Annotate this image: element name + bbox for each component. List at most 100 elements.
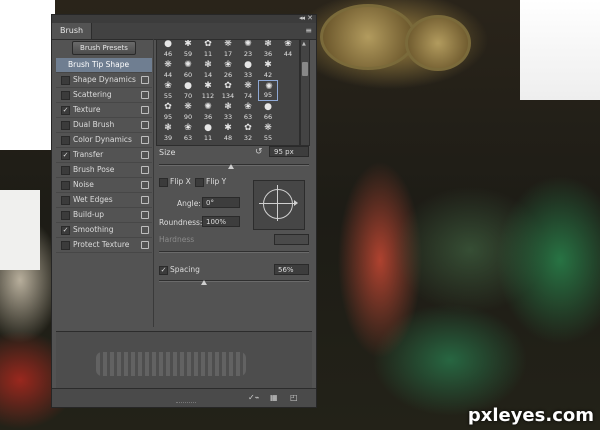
- lock-icon[interactable]: [141, 241, 149, 249]
- lock-icon[interactable]: [141, 121, 149, 129]
- brush-setting-item[interactable]: Brush Pose: [56, 163, 152, 178]
- lock-icon[interactable]: [141, 211, 149, 219]
- toggle-live-tip-icon[interactable]: ✓⌁: [248, 393, 260, 402]
- brush-setting-item[interactable]: Build-up: [56, 208, 152, 223]
- brush-tip-cell[interactable]: ✿ 134: [218, 80, 238, 101]
- brush-setting-checkbox[interactable]: ✓: [61, 226, 70, 235]
- hardness-label: Hardness: [159, 235, 195, 244]
- reset-size-icon[interactable]: ↺: [255, 147, 263, 157]
- create-new-brush-icon[interactable]: ◰: [290, 393, 298, 402]
- brush-tip-cell[interactable]: ❀ 26: [218, 59, 238, 80]
- brush-tip-cell[interactable]: ✿ 32: [238, 122, 258, 143]
- brush-tip-cell[interactable]: ● 46: [158, 40, 178, 59]
- brush-tip-cell[interactable]: ✺ 95: [258, 80, 278, 101]
- brush-setting-checkbox[interactable]: [61, 211, 70, 220]
- lock-icon[interactable]: [141, 76, 149, 84]
- brush-setting-checkbox[interactable]: [61, 181, 70, 190]
- brush-tip-cell[interactable]: ❋ 74: [238, 80, 258, 101]
- brush-tip-cell[interactable]: ● 70: [178, 80, 198, 101]
- brush-setting-item[interactable]: ✓ Texture: [56, 103, 152, 118]
- spacing-slider[interactable]: [159, 280, 309, 282]
- lock-icon[interactable]: [141, 136, 149, 144]
- panel-menu-icon[interactable]: ≡: [305, 26, 312, 35]
- brush-setting-item[interactable]: Protect Texture: [56, 238, 152, 253]
- spacing-input[interactable]: 56%: [274, 264, 309, 275]
- brush-tip-cell[interactable]: ❃ 14: [198, 59, 218, 80]
- scroll-thumb[interactable]: [302, 62, 308, 76]
- resize-grip[interactable]: [176, 402, 196, 405]
- brush-setting-item[interactable]: ✓ Transfer: [56, 148, 152, 163]
- brush-setting-item[interactable]: Dual Brush: [56, 118, 152, 133]
- brush-tip-cell[interactable]: ✿ 95: [158, 101, 178, 122]
- brush-tip-icon: ✱: [224, 123, 232, 133]
- brush-setting-item[interactable]: ✓ Smoothing: [56, 223, 152, 238]
- brush-tip-cell[interactable]: ❋ 55: [258, 122, 278, 143]
- brush-tip-cell[interactable]: ❀ 44: [278, 40, 298, 59]
- size-input[interactable]: 95 px: [269, 146, 309, 157]
- brush-tip-cell[interactable]: ❃ 33: [218, 101, 238, 122]
- flip-x-checkbox[interactable]: [159, 178, 168, 187]
- lock-icon[interactable]: [141, 226, 149, 234]
- brush-setting-checkbox[interactable]: [61, 121, 70, 130]
- brush-tip-cell[interactable]: ❀ 63: [238, 101, 258, 122]
- size-slider-thumb[interactable]: [228, 164, 234, 169]
- brush-tip-cell[interactable]: ✱ 48: [218, 122, 238, 143]
- brush-tip-cell[interactable]: ❀ 55: [158, 80, 178, 101]
- lock-icon[interactable]: [141, 106, 149, 114]
- brush-setting-checkbox[interactable]: [61, 91, 70, 100]
- grid-view-icon[interactable]: ▦: [270, 393, 278, 402]
- brush-tip-cell[interactable]: ✱ 42: [258, 59, 278, 80]
- brush-tip-cell[interactable]: ● 11: [198, 122, 218, 143]
- brush-tip-cell[interactable]: ● 33: [238, 59, 258, 80]
- lock-icon[interactable]: [141, 91, 149, 99]
- brush-presets-button[interactable]: Brush Presets: [72, 41, 136, 55]
- spacing-slider-thumb[interactable]: [201, 280, 207, 285]
- close-icon[interactable]: ✕: [307, 14, 313, 22]
- brush-tip-cell[interactable]: ✺ 23: [238, 40, 258, 59]
- angle-input[interactable]: 0°: [202, 197, 240, 208]
- brush-tip-cell[interactable]: ✱ 112: [198, 80, 218, 101]
- brush-settings-list: Brush Tip Shape Shape Dynamics Scattering ✓…: [56, 58, 152, 253]
- brush-setting-checkbox[interactable]: ✓: [61, 106, 70, 115]
- brush-tip-cell[interactable]: ✱ 59: [178, 40, 198, 59]
- collapse-icon[interactable]: ◂◂: [299, 14, 305, 22]
- brush-tip-cell[interactable]: ❃ 39: [158, 122, 178, 143]
- brush-setting-item[interactable]: Noise: [56, 178, 152, 193]
- brush-setting-item[interactable]: Brush Tip Shape: [56, 58, 152, 73]
- lock-icon[interactable]: [141, 166, 149, 174]
- brush-setting-item[interactable]: Wet Edges: [56, 193, 152, 208]
- angle-arrow-icon[interactable]: [294, 200, 298, 206]
- roundness-circle[interactable]: [263, 189, 293, 219]
- brush-tip-grid[interactable]: ● 46 ✱ 59 ✿ 11 ❋ 17 ✺ 23 ❃ 36 ❀ 44 ❋ 44 ✺ 60 ❃ 14 ❀ 26 ● 33 ✱ 42 ❀…: [156, 39, 300, 146]
- spacing-checkbox[interactable]: ✓: [159, 266, 168, 275]
- brush-setting-checkbox[interactable]: [61, 136, 70, 145]
- brush-tip-cell[interactable]: ❋ 90: [178, 101, 198, 122]
- brush-tip-cell[interactable]: ✺ 36: [198, 101, 218, 122]
- panel-titlebar[interactable]: ◂◂ ✕: [52, 14, 316, 23]
- size-slider[interactable]: [159, 164, 309, 166]
- tab-brush[interactable]: Brush: [52, 23, 93, 39]
- brush-setting-item[interactable]: Scattering: [56, 88, 152, 103]
- brush-tip-cell[interactable]: ❀ 63: [178, 122, 198, 143]
- brush-tip-cell[interactable]: ● 66: [258, 101, 278, 122]
- brush-tip-cell[interactable]: ✺ 60: [178, 59, 198, 80]
- brush-tip-cell[interactable]: ❃ 36: [258, 40, 278, 59]
- angle-roundness-widget[interactable]: [253, 180, 305, 230]
- brush-setting-item[interactable]: Shape Dynamics: [56, 73, 152, 88]
- brush-tip-cell[interactable]: ❋ 17: [218, 40, 238, 59]
- brush-setting-checkbox[interactable]: [61, 76, 70, 85]
- brush-setting-checkbox[interactable]: ✓: [61, 151, 70, 160]
- lock-icon[interactable]: [141, 181, 149, 189]
- brush-setting-checkbox[interactable]: [61, 166, 70, 175]
- brush-tip-cell[interactable]: ✿ 11: [198, 40, 218, 59]
- brush-grid-scrollbar[interactable]: ▲: [300, 39, 310, 146]
- brush-setting-item[interactable]: Color Dynamics: [56, 133, 152, 148]
- scroll-up-icon[interactable]: ▲: [302, 41, 306, 47]
- lock-icon[interactable]: [141, 196, 149, 204]
- brush-setting-checkbox[interactable]: [61, 241, 70, 250]
- brush-tip-cell[interactable]: ❋ 44: [158, 59, 178, 80]
- brush-setting-checkbox[interactable]: [61, 196, 70, 205]
- flip-y-checkbox[interactable]: [195, 178, 204, 187]
- lock-icon[interactable]: [141, 151, 149, 159]
- roundness-input[interactable]: 100%: [202, 216, 240, 227]
